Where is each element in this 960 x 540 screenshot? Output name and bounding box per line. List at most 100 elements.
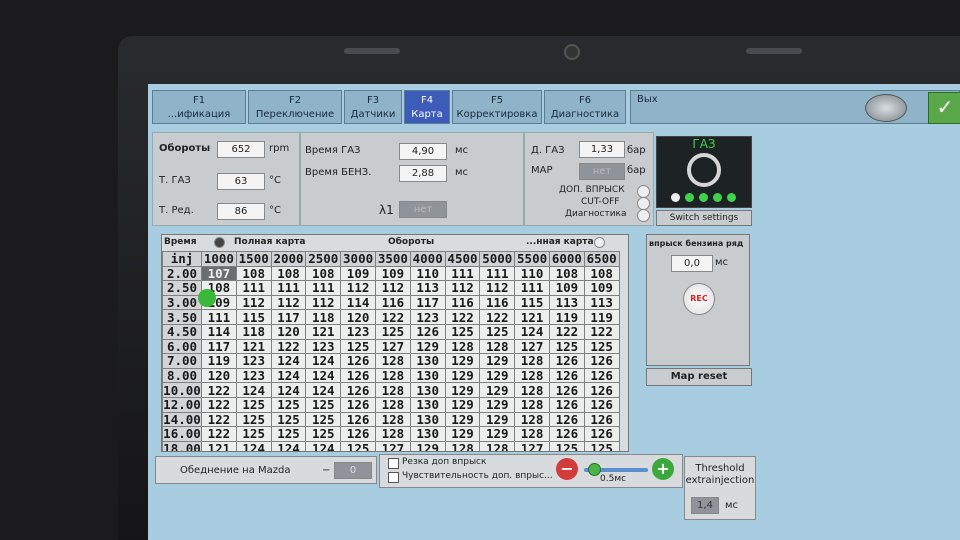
map-cell[interactable]: 125 <box>270 426 307 442</box>
map-cell[interactable]: 126 <box>340 382 376 398</box>
map-cell[interactable]: 128 <box>444 338 481 355</box>
map-cell[interactable]: 123 <box>340 323 376 340</box>
map-cell[interactable]: 123 <box>409 309 446 325</box>
map-cell[interactable]: 128 <box>514 367 550 384</box>
map-cell[interactable]: 113 <box>583 294 620 311</box>
map-cell[interactable]: 117 <box>270 309 307 325</box>
lean-value[interactable]: 0 <box>334 462 372 479</box>
map-cell[interactable]: 124 <box>235 382 272 398</box>
exit-button[interactable]: Вых <box>630 90 960 124</box>
tab-f4[interactable]: F4 Карта <box>404 90 450 124</box>
map-cell[interactable]: 115 <box>235 309 272 325</box>
map-cell[interactable]: 111 <box>479 265 516 282</box>
map-cell[interactable]: 125 <box>374 323 411 340</box>
map-cell[interactable]: 128 <box>374 396 411 413</box>
map-cell[interactable]: 125 <box>548 338 585 355</box>
map-cell[interactable]: 122 <box>201 382 237 398</box>
map-cell[interactable]: 130 <box>409 353 446 369</box>
map-cell[interactable]: 124 <box>270 367 307 384</box>
map-cell[interactable]: 116 <box>479 294 516 311</box>
map-cell[interactable]: 127 <box>374 440 411 451</box>
map-cell[interactable]: 113 <box>409 280 446 296</box>
map-cell[interactable]: 125 <box>235 411 272 428</box>
map-cell[interactable]: 108 <box>583 265 620 282</box>
tab-f1[interactable]: F1 ...ификация <box>152 90 246 124</box>
map-cell[interactable]: 117 <box>409 294 446 311</box>
map-cell[interactable]: 128 <box>479 338 516 355</box>
map-cell[interactable]: 125 <box>305 426 342 442</box>
map-cell[interactable]: 129 <box>444 396 481 413</box>
map-cell[interactable]: 111 <box>514 280 550 296</box>
map-cell[interactable]: 130 <box>409 382 446 398</box>
map-cell[interactable]: 112 <box>479 280 516 296</box>
map-cell[interactable]: 126 <box>583 426 620 442</box>
map-cell[interactable]: 124 <box>235 440 272 451</box>
tab-f2[interactable]: F2 Переключение <box>248 90 342 124</box>
map-cell[interactable]: 129 <box>479 367 516 384</box>
map-cell[interactable]: 112 <box>374 280 411 296</box>
map-cell[interactable]: 127 <box>514 338 550 355</box>
map-cell[interactable]: 118 <box>305 309 342 325</box>
map-cell[interactable]: 124 <box>270 382 307 398</box>
map-cell[interactable]: 125 <box>235 426 272 442</box>
map-cell[interactable]: 121 <box>305 323 342 340</box>
map-cell[interactable]: 126 <box>409 323 446 340</box>
map-cell[interactable]: 128 <box>514 353 550 369</box>
map-cell[interactable]: 110 <box>409 265 446 282</box>
map-cell[interactable]: 119 <box>583 309 620 325</box>
map-cell[interactable]: 126 <box>340 353 376 369</box>
switch-settings-button[interactable]: Switch settings <box>656 210 752 226</box>
map-cell[interactable]: 130 <box>409 411 446 428</box>
map-cell[interactable]: 112 <box>305 294 342 311</box>
map-cell[interactable]: 126 <box>340 426 376 442</box>
map-cell[interactable]: 125 <box>583 440 620 451</box>
map-cell[interactable]: 129 <box>444 426 481 442</box>
map-cell[interactable]: 125 <box>305 411 342 428</box>
map-cell[interactable]: 125 <box>340 440 376 451</box>
map-cell[interactable]: 128 <box>479 440 516 451</box>
map-cell[interactable]: 129 <box>479 411 516 428</box>
map-cell[interactable]: 122 <box>548 323 585 340</box>
threshold-value[interactable]: 1,4 <box>691 497 719 514</box>
map-cell[interactable]: 121 <box>201 440 237 451</box>
sensitivity-checkbox[interactable] <box>388 472 399 483</box>
map-cell[interactable]: 126 <box>583 396 620 413</box>
map-cell[interactable]: 108 <box>305 265 342 282</box>
map-cell[interactable]: 126 <box>583 367 620 384</box>
map-cell[interactable]: 122 <box>201 396 237 413</box>
map-cell[interactable]: 128 <box>514 411 550 428</box>
map-cell[interactable]: 108 <box>270 265 307 282</box>
map-cell[interactable]: 109 <box>548 280 585 296</box>
map-cell[interactable]: 129 <box>409 338 446 355</box>
tab-f6[interactable]: F6 Диагностика <box>544 90 626 124</box>
decrease-button[interactable]: − <box>556 458 578 480</box>
map-cell[interactable]: 123 <box>305 338 342 355</box>
map-cell[interactable]: 129 <box>409 440 446 451</box>
tab-f3[interactable]: F3 Датчики <box>344 90 402 124</box>
map-cell[interactable]: 129 <box>479 426 516 442</box>
map-cell[interactable]: 126 <box>548 411 585 428</box>
map-cell[interactable]: 122 <box>374 309 411 325</box>
map-cell[interactable]: 120 <box>340 309 376 325</box>
map-cell[interactable]: 126 <box>548 426 585 442</box>
map-cell[interactable]: 124 <box>305 367 342 384</box>
map-cell[interactable]: 112 <box>235 294 272 311</box>
map-cell[interactable]: 125 <box>479 323 516 340</box>
ok-check-icon[interactable]: ✓ <box>928 92 960 124</box>
map-cell[interactable]: 127 <box>374 338 411 355</box>
map-cell[interactable]: 128 <box>374 353 411 369</box>
map-cell[interactable]: 120 <box>270 323 307 340</box>
map-cell[interactable]: 122 <box>583 323 620 340</box>
map-cell[interactable]: 128 <box>374 382 411 398</box>
map-cell[interactable]: 128 <box>514 426 550 442</box>
connect-icon[interactable] <box>865 94 907 122</box>
record-button[interactable]: REC <box>683 283 715 315</box>
map-cell[interactable]: 129 <box>444 411 481 428</box>
map-cell[interactable]: 122 <box>201 426 237 442</box>
map-cell[interactable]: 123 <box>235 367 272 384</box>
map-cell[interactable]: 126 <box>340 367 376 384</box>
map-cell[interactable]: 119 <box>548 309 585 325</box>
map-cell[interactable]: 121 <box>514 309 550 325</box>
map-cell[interactable]: 125 <box>270 396 307 413</box>
map-cell[interactable]: 112 <box>270 294 307 311</box>
